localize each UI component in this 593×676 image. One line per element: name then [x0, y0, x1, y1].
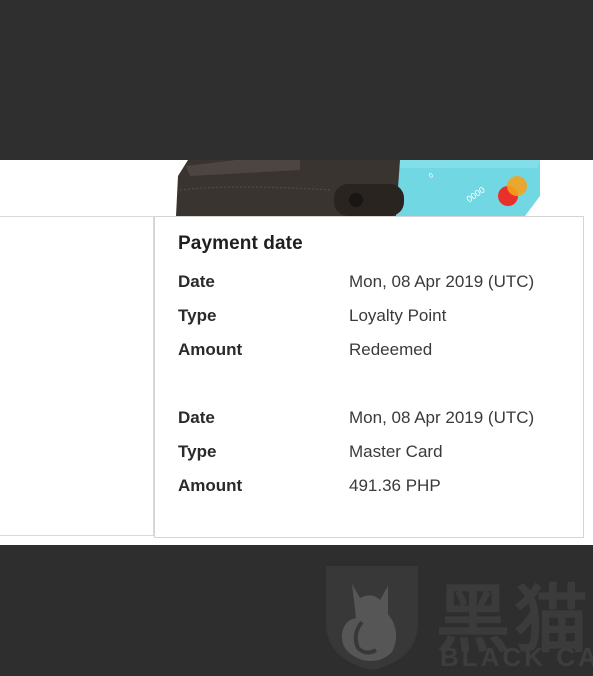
section-title: Payment date: [178, 233, 303, 254]
wallet-card-illustration: 0000 0: [176, 160, 540, 216]
payment-row-amount: Amount Redeemed: [178, 340, 578, 364]
date-value: Mon, 08 Apr 2019 (UTC): [349, 408, 535, 427]
date-value: Mon, 08 Apr 2019 (UTC): [349, 272, 535, 291]
payment-row-type: Type Master Card: [178, 442, 578, 466]
date-label: Date: [178, 408, 215, 427]
type-label: Type: [178, 306, 217, 325]
payment-row-date: Date Mon, 08 Apr 2019 (UTC): [178, 272, 578, 296]
date-label: Date: [178, 272, 215, 291]
black-cat-logo-icon: [326, 566, 418, 670]
payment-content: 0000 0 Payment date Date Mon, 08 Apr 201: [0, 160, 593, 545]
payment-date-panel: Payment date Date Mon, 08 Apr 2019 (UTC)…: [154, 216, 584, 538]
type-label: Type: [178, 442, 217, 461]
watermark-english-text: BLACK CAT: [440, 642, 593, 672]
payment-row-type: Type Loyalty Point: [178, 306, 578, 330]
type-value: Master Card: [349, 442, 443, 461]
amount-label: Amount: [178, 340, 243, 359]
amount-value: 491.36 PHP: [349, 476, 441, 495]
type-value: Loyalty Point: [349, 306, 447, 325]
wallet-icon: [176, 160, 404, 216]
header-image: 0000 0: [0, 160, 593, 216]
payment-row-amount: Amount 491.36 PHP: [178, 476, 578, 500]
top-dark-area: [0, 0, 593, 160]
amount-value: Redeemed: [349, 340, 433, 359]
payment-row-date: Date Mon, 08 Apr 2019 (UTC): [178, 408, 578, 432]
left-panel: [0, 216, 154, 536]
amount-label: Amount: [178, 476, 243, 495]
